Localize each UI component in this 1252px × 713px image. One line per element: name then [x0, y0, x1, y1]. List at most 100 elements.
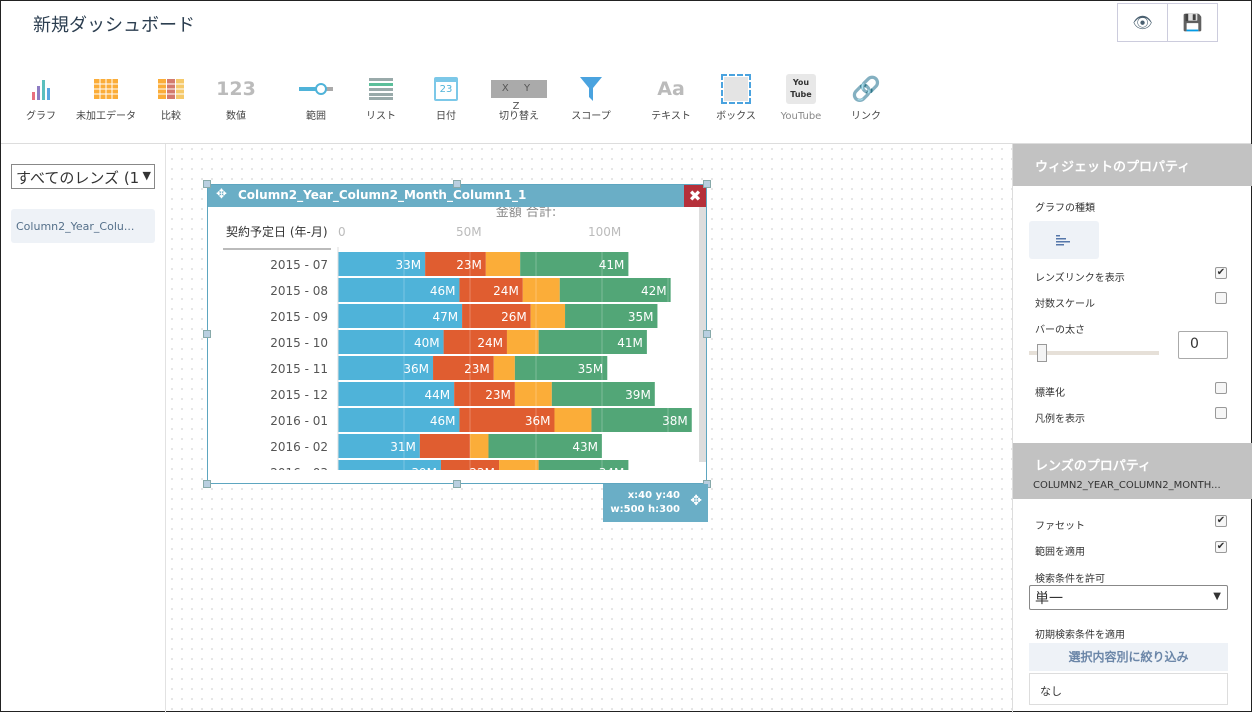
bar-segment: [419, 434, 470, 458]
compare-grid-icon: [141, 71, 201, 107]
resize-handle[interactable]: [203, 480, 211, 488]
lens-filter-select[interactable]: すべてのレンズ (1 ▼: [11, 164, 155, 189]
lens-panel: すべてのレンズ (1 ▼ Column2_Year_Colu...: [1, 144, 166, 713]
stacked-bar-chart: 金額 合計: 契約予定日 (年-月) 0 50M 100M 2015 - 07 33M 23M…: [223, 207, 692, 470]
eye-icon: 👁: [1132, 13, 1153, 32]
tool-list[interactable]: リスト: [351, 71, 411, 123]
resize-handle[interactable]: [453, 480, 461, 488]
close-button[interactable]: ✖: [684, 185, 706, 207]
bar-segment: [506, 330, 539, 354]
resize-handle[interactable]: [703, 330, 711, 338]
tool-chart[interactable]: グラフ: [11, 71, 71, 123]
data-label: 35M: [578, 362, 604, 376]
bar-segment: [485, 252, 521, 276]
funnel-icon: [561, 71, 621, 107]
data-label: 38M: [662, 414, 688, 428]
log-scale-checkbox[interactable]: [1215, 292, 1227, 304]
resize-handle[interactable]: [453, 180, 461, 188]
data-label: 31M: [390, 440, 416, 454]
data-label: 46M: [430, 414, 456, 428]
category-label: 2015 - 07: [270, 258, 328, 272]
apply-range-checkbox[interactable]: ✔: [1215, 541, 1227, 553]
tool-number[interactable]: 123 数値: [206, 71, 266, 123]
bar-chart-icon: [11, 71, 71, 107]
data-label: 23M: [464, 362, 490, 376]
tool-range[interactable]: 範囲: [286, 71, 346, 123]
normalize-checkbox[interactable]: [1215, 382, 1227, 394]
category-label: 2016 - 03: [270, 466, 328, 470]
number-icon: 123: [216, 78, 256, 100]
category-label: 2016 - 02: [270, 440, 328, 454]
filter-by-selection-button[interactable]: 選択内容別に絞り込み: [1029, 643, 1228, 671]
link-icon: 🔗: [851, 75, 881, 103]
range-slider-icon: [286, 71, 346, 107]
data-label: 23M: [456, 258, 482, 272]
data-label: 40M: [414, 336, 440, 350]
raw-data-grid-icon: [76, 71, 136, 107]
chart-area: 金額 合計: 契約予定日 (年-月) 0 50M 100M 2015 - 07 33M 23M…: [208, 207, 698, 470]
data-label: 41M: [599, 258, 625, 272]
toggle-xyz-icon: X Y Z: [484, 71, 554, 112]
x-tick-label: 0: [338, 225, 346, 239]
data-label: 22M: [469, 466, 495, 470]
resize-handle[interactable]: [703, 180, 711, 188]
data-label: 41M: [617, 336, 643, 350]
data-label: 39M: [411, 466, 437, 470]
save-button[interactable]: 💾: [1167, 3, 1218, 42]
widget-geometry-info: x:40 y:40 w:500 h:300 ✥: [603, 484, 708, 522]
bar-segment: [493, 356, 515, 380]
lens-list-item[interactable]: Column2_Year_Colu...: [11, 209, 155, 243]
category-label: 2015 - 11: [270, 362, 328, 376]
tool-youtube[interactable]: You Tube YouTube: [771, 71, 831, 123]
x-tick-label: 100M: [588, 225, 621, 239]
move-icon[interactable]: ✥: [216, 187, 227, 202]
data-label: 44M: [425, 388, 451, 402]
data-label: 35M: [628, 310, 654, 324]
category-label: 2016 - 01: [270, 414, 328, 428]
chart-type-button[interactable]: [1029, 221, 1099, 259]
dropdown-arrow-icon: ▼: [142, 169, 151, 182]
show-lens-link-checkbox[interactable]: ✔: [1215, 267, 1227, 279]
bar-width-slider[interactable]: [1029, 351, 1159, 355]
resize-handle[interactable]: [203, 180, 211, 188]
bar-width-input[interactable]: 0: [1178, 331, 1228, 359]
data-label: 47M: [432, 310, 458, 324]
preview-button[interactable]: 👁: [1117, 3, 1168, 42]
category-label: 2015 - 10: [270, 336, 328, 350]
slider-handle[interactable]: [1037, 344, 1047, 362]
show-legend-checkbox[interactable]: [1215, 407, 1227, 419]
data-label: 46M: [430, 284, 456, 298]
widget-title[interactable]: Column2_Year_Column2_Month_Column1_1: [208, 185, 706, 207]
resize-handle[interactable]: [203, 330, 211, 338]
allow-filter-select[interactable]: 単一 ▼: [1029, 585, 1228, 610]
initial-filter-value: なし: [1029, 673, 1228, 705]
tool-box[interactable]: ボックス: [706, 71, 766, 123]
tool-scope[interactable]: スコープ: [561, 71, 621, 123]
data-label: 36M: [525, 414, 551, 428]
facet-checkbox[interactable]: ✔: [1215, 515, 1227, 527]
box-icon: [706, 71, 766, 107]
properties-panel: ウィジェットのプロパティ グラフの種類 レンズリンクを表示 ✔ 対数スケール バ…: [1012, 144, 1252, 713]
y-axis-label: 契約予定日 (年-月): [226, 224, 328, 239]
data-label: 36M: [403, 362, 429, 376]
chart-title: 金額 合計:: [496, 207, 557, 220]
page-title: 新規ダッシュボード: [33, 15, 195, 36]
tool-compare[interactable]: 比較: [141, 71, 201, 123]
data-label: 24M: [493, 284, 519, 298]
data-label: 39M: [625, 388, 651, 402]
bar-segment: [514, 382, 552, 406]
tool-text[interactable]: Aa テキスト: [641, 71, 701, 123]
calendar-icon: 23: [416, 71, 476, 107]
data-label: 34M: [599, 466, 625, 470]
horizontal-bar-chart-icon: [1056, 235, 1070, 246]
tool-link[interactable]: 🔗 リンク: [836, 71, 896, 123]
widget-toolbar: グラフ 未加工データ 比較 123 数値 範囲 リスト 23 日付 X Y Z 切り替…: [1, 71, 901, 141]
bar-segment: [470, 434, 489, 458]
tool-date[interactable]: 23 日付: [416, 71, 476, 123]
move-icon[interactable]: ✥: [690, 494, 702, 508]
tool-raw-data[interactable]: 未加工データ: [76, 71, 136, 123]
data-label: 33M: [395, 258, 421, 272]
chart-widget[interactable]: Column2_Year_Column2_Month_Column1_1 ✥ ✖…: [203, 180, 711, 488]
list-icon: [351, 71, 411, 107]
tool-toggle[interactable]: X Y Z 切り替え: [484, 71, 554, 123]
